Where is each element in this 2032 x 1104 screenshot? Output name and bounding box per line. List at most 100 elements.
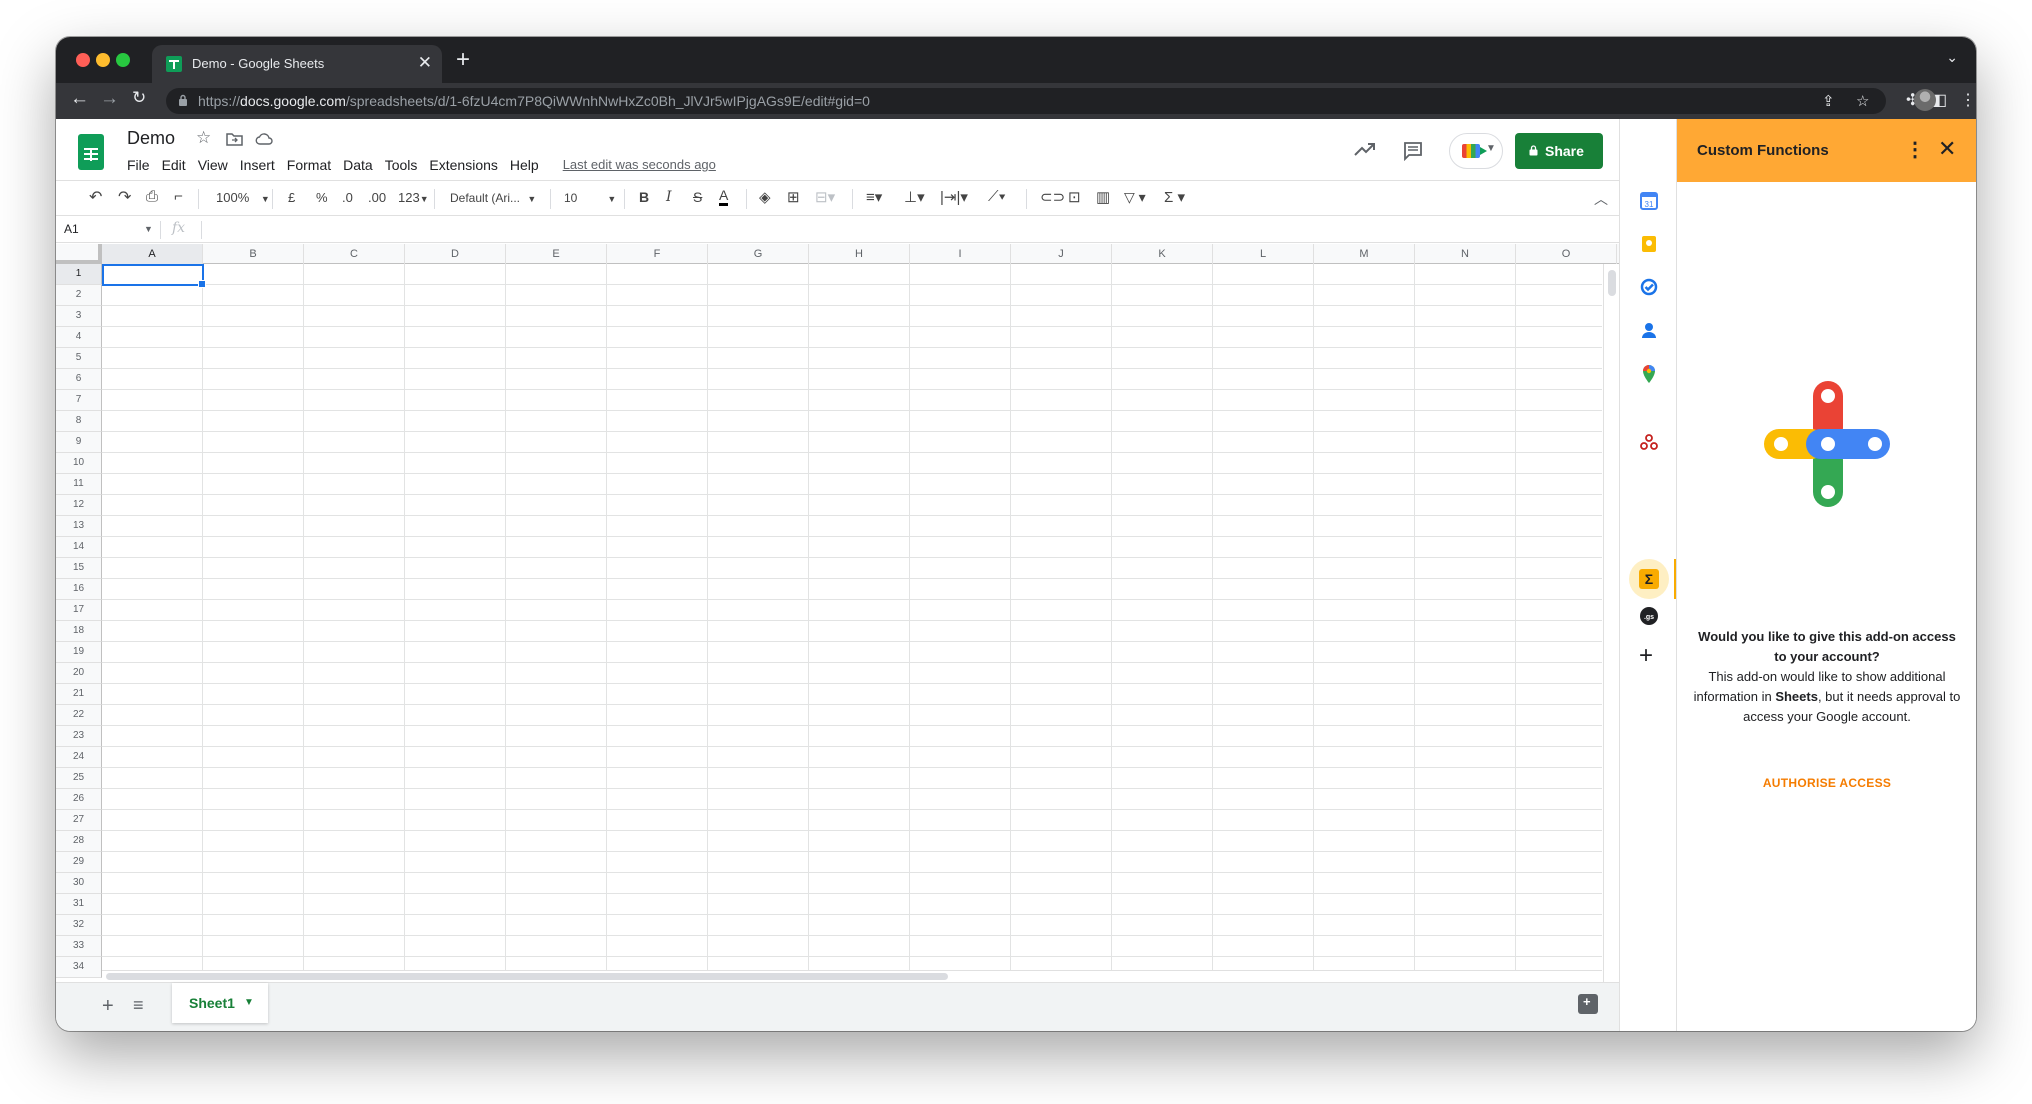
last-edit-link[interactable]: Last edit was seconds ago	[563, 157, 716, 173]
calendar-icon[interactable]: 31	[1639, 191, 1659, 211]
close-window-button[interactable]	[76, 53, 90, 67]
sheet-tab-sheet1[interactable]: Sheet1 ▼	[172, 983, 268, 1023]
zoom-select[interactable]: 100% ▼	[216, 190, 270, 205]
column-header-e[interactable]: E	[506, 244, 607, 264]
row-header-31[interactable]: 31	[56, 894, 102, 915]
fill-color-icon[interactable]: ◈	[759, 188, 771, 206]
sheets-logo-icon[interactable]	[78, 134, 104, 170]
collapse-menus-chevron-up-icon[interactable]: ︿	[1594, 189, 1608, 209]
row-header-9[interactable]: 9	[56, 432, 102, 453]
close-icon[interactable]: ✕	[1938, 136, 1956, 162]
row-header-32[interactable]: 32	[56, 915, 102, 936]
insert-chart-icon[interactable]: ▥	[1096, 188, 1110, 206]
row-header-5[interactable]: 5	[56, 348, 102, 369]
row-header-15[interactable]: 15	[56, 558, 102, 579]
back-button[interactable]: ←	[70, 88, 89, 110]
row-header-3[interactable]: 3	[56, 306, 102, 327]
row-header-24[interactable]: 24	[56, 747, 102, 768]
apps-script-addon-icon[interactable]: .gs	[1639, 606, 1659, 626]
spreadsheet-grid[interactable]: ABCDEFGHIJKLMNO 1 2 3 4 5 6 7 8 9 10 11 12 13 14 15 16 1…	[56, 244, 1619, 982]
row-header-21[interactable]: 21	[56, 684, 102, 705]
column-header-m[interactable]: M	[1314, 244, 1415, 264]
column-header-a[interactable]: A	[102, 244, 203, 264]
row-header-2[interactable]: 2	[56, 285, 102, 306]
row-header-34[interactable]: 34	[56, 957, 102, 978]
row-header-13[interactable]: 13	[56, 516, 102, 537]
vertical-scroll-thumb[interactable]	[1608, 270, 1616, 296]
menu-view[interactable]: View	[192, 157, 234, 173]
star-icon[interactable]: ☆	[196, 128, 211, 148]
row-header-10[interactable]: 10	[56, 453, 102, 474]
row-header-12[interactable]: 12	[56, 495, 102, 516]
undo-icon[interactable]: ↶	[89, 187, 102, 207]
print-icon[interactable]: ⎙	[146, 188, 158, 205]
share-page-icon[interactable]: ⇪	[1822, 92, 1835, 110]
filter-icon[interactable]: ▽ ▾	[1124, 189, 1146, 206]
browser-tab[interactable]: Demo - Google Sheets ✕	[152, 45, 442, 83]
more-options-icon[interactable]: ⋮	[1905, 137, 1925, 162]
share-button[interactable]: Share	[1515, 133, 1603, 169]
column-header-f[interactable]: F	[607, 244, 708, 264]
meet-button[interactable]: ▼	[1449, 133, 1503, 169]
cloud-status-icon[interactable]	[255, 133, 273, 145]
row-header-17[interactable]: 17	[56, 600, 102, 621]
redo-icon[interactable]: ↷	[118, 187, 131, 207]
strikethrough-button[interactable]: S	[693, 189, 702, 205]
column-header-c[interactable]: C	[304, 244, 405, 264]
functions-button[interactable]: Σ ▾	[1164, 188, 1185, 206]
more-formats-button[interactable]: 123▼	[398, 190, 429, 205]
horizontal-scroll-thumb[interactable]	[106, 973, 948, 980]
row-header-4[interactable]: 4	[56, 327, 102, 348]
tasks-icon[interactable]	[1639, 277, 1659, 297]
merge-cells-icon[interactable]: ⊟▾	[815, 188, 835, 206]
increase-decimal-button[interactable]: .00	[368, 190, 386, 205]
row-header-30[interactable]: 30	[56, 873, 102, 894]
row-header-25[interactable]: 25	[56, 768, 102, 789]
select-all-corner[interactable]	[56, 244, 102, 264]
row-header-1[interactable]: 1	[56, 264, 102, 285]
column-header-b[interactable]: B	[203, 244, 304, 264]
chevron-down-icon[interactable]: ▼	[244, 997, 254, 1008]
currency-format-button[interactable]: £	[288, 190, 295, 205]
maps-icon[interactable]	[1639, 364, 1659, 384]
insert-link-icon[interactable]: ⊂⊃	[1040, 188, 1065, 206]
text-rotation-icon[interactable]: ⟋▾	[988, 188, 1006, 205]
row-header-6[interactable]: 6	[56, 369, 102, 390]
column-header-n[interactable]: N	[1415, 244, 1516, 264]
column-header-h[interactable]: H	[809, 244, 910, 264]
contacts-icon[interactable]	[1639, 320, 1659, 340]
browser-menu-icon[interactable]: ⋮	[1960, 90, 1976, 110]
row-header-8[interactable]: 8	[56, 411, 102, 432]
add-sheet-button[interactable]: +	[102, 995, 114, 1018]
activity-trend-icon[interactable]	[1354, 141, 1376, 157]
authorise-access-button[interactable]: AUTHORISE ACCESS	[1677, 776, 1976, 790]
menu-edit[interactable]: Edit	[156, 157, 192, 173]
row-header-27[interactable]: 27	[56, 810, 102, 831]
row-header-20[interactable]: 20	[56, 663, 102, 684]
address-bar[interactable]: https://docs.google.com/spreadsheets/d/1…	[166, 88, 1886, 114]
selected-cell-a1[interactable]	[102, 264, 206, 288]
row-header-28[interactable]: 28	[56, 831, 102, 852]
row-header-26[interactable]: 26	[56, 789, 102, 810]
percent-format-button[interactable]: %	[316, 190, 328, 205]
paint-format-icon[interactable]: ⌐	[174, 188, 183, 205]
get-addons-plus-icon[interactable]: +	[1639, 644, 1653, 668]
menu-tools[interactable]: Tools	[379, 157, 424, 173]
reload-button[interactable]: ↻	[132, 88, 146, 108]
cell-area[interactable]	[102, 264, 1602, 982]
comments-icon[interactable]	[1403, 141, 1423, 161]
column-header-g[interactable]: G	[708, 244, 809, 264]
column-header-k[interactable]: K	[1112, 244, 1213, 264]
menu-extensions[interactable]: Extensions	[423, 157, 503, 173]
name-box-chevron-down-icon[interactable]: ▼	[144, 224, 153, 234]
decrease-decimal-button[interactable]: .0	[342, 190, 353, 205]
minimize-window-button[interactable]	[96, 53, 110, 67]
row-header-14[interactable]: 14	[56, 537, 102, 558]
document-title[interactable]: Demo	[127, 128, 175, 149]
menu-data[interactable]: Data	[337, 157, 379, 173]
font-size-select[interactable]: 10 ▼	[564, 191, 616, 205]
move-folder-icon[interactable]	[226, 132, 243, 146]
column-header-i[interactable]: I	[910, 244, 1011, 264]
row-header-19[interactable]: 19	[56, 642, 102, 663]
borders-icon[interactable]: ⊞	[787, 188, 800, 206]
